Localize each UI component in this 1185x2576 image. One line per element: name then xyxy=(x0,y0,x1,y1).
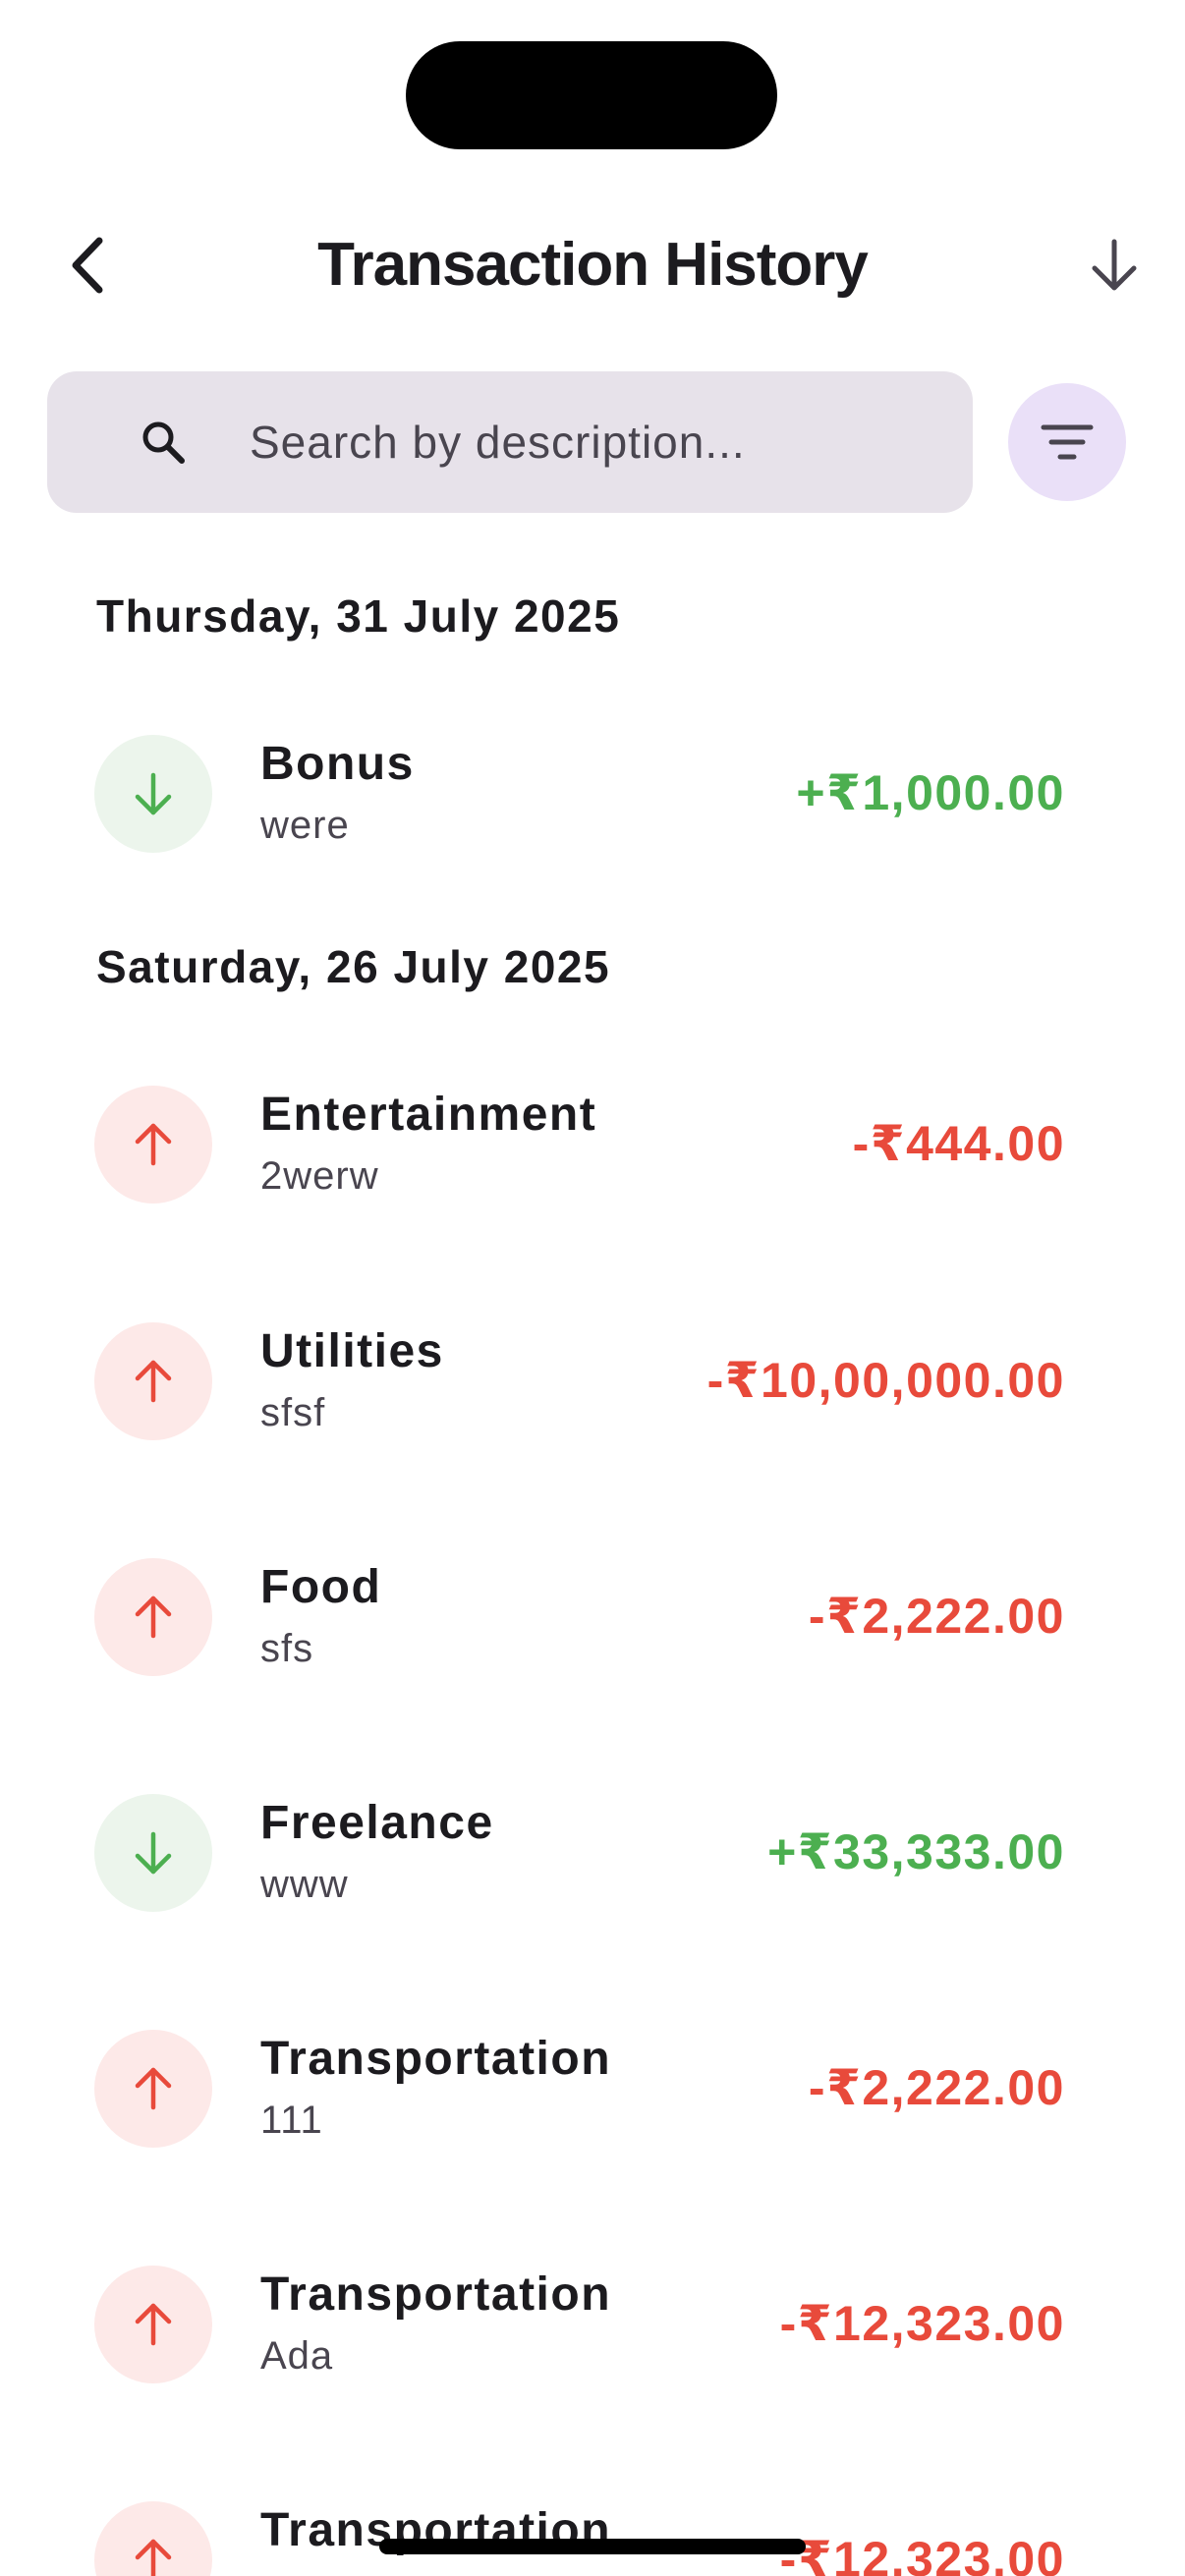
home-indicator[interactable] xyxy=(379,2539,806,2554)
transaction-amount: -₹2,222.00 xyxy=(808,1589,1065,1644)
expense-arrow-icon xyxy=(94,2501,212,2576)
transaction-amount: +₹33,333.00 xyxy=(767,1824,1065,1879)
transaction-description: 111 xyxy=(260,2099,323,2142)
transaction-description: were xyxy=(260,804,350,847)
income-arrow-icon xyxy=(94,735,212,853)
transaction-row[interactable]: Utilities sfsf -₹10,00,000.00 xyxy=(94,1322,1077,1444)
transaction-row[interactable]: Transportation 111 -₹2,222.00 xyxy=(94,2030,1077,2152)
transaction-description: 2werw xyxy=(260,1154,379,1198)
page-title: Transaction History xyxy=(317,231,869,299)
transaction-row[interactable]: Freelance www +₹33,333.00 xyxy=(94,1794,1077,1916)
transaction-row[interactable]: Food sfs -₹2,222.00 xyxy=(94,1558,1077,1680)
dynamic-island xyxy=(406,41,777,149)
transaction-category: Utilities xyxy=(260,1325,444,1377)
transaction-category: Food xyxy=(260,1561,382,1613)
transaction-description: sfs xyxy=(260,1627,314,1670)
search-icon xyxy=(134,413,193,472)
income-arrow-icon xyxy=(94,1794,212,1912)
arrow-down-icon xyxy=(1092,239,1137,291)
expense-arrow-icon xyxy=(94,2030,212,2148)
transaction-category: Bonus xyxy=(260,738,415,790)
app-header: Transaction History xyxy=(0,196,1185,334)
transaction-amount: -₹2,222.00 xyxy=(808,2060,1065,2115)
expense-arrow-icon xyxy=(94,1558,212,1676)
transaction-row[interactable]: Bonus were +₹1,000.00 xyxy=(94,735,1077,857)
transaction-category: Freelance xyxy=(260,1797,494,1849)
transaction-description: sfsf xyxy=(260,1391,326,1434)
date-header: Saturday, 26 July 2025 xyxy=(96,941,611,992)
transaction-description: www xyxy=(260,1863,349,1906)
download-button[interactable] xyxy=(1075,226,1154,305)
transaction-amount: -₹10,00,000.00 xyxy=(706,1353,1065,1408)
transaction-category: Transportation xyxy=(260,2033,612,2085)
transaction-amount: -₹12,323.00 xyxy=(779,2296,1065,2351)
transaction-amount: -₹12,323.00 xyxy=(779,2532,1065,2576)
expense-arrow-icon xyxy=(94,2266,212,2383)
filter-icon xyxy=(1041,424,1094,460)
transaction-amount: +₹1,000.00 xyxy=(796,765,1065,820)
search-input[interactable] xyxy=(250,416,937,469)
transaction-description: Ada xyxy=(260,2334,334,2378)
transaction-row[interactable]: Entertainment 2werw -₹444.00 xyxy=(94,1086,1077,1207)
transaction-amount: -₹444.00 xyxy=(852,1116,1065,1171)
transaction-category: Entertainment xyxy=(260,1089,597,1141)
expense-arrow-icon xyxy=(94,1322,212,1440)
expense-arrow-icon xyxy=(94,1086,212,1204)
transaction-row[interactable]: Transportation Ada -₹12,323.00 xyxy=(94,2266,1077,2387)
date-header: Thursday, 31 July 2025 xyxy=(96,590,621,642)
transaction-category: Transportation xyxy=(260,2268,612,2321)
filter-button[interactable] xyxy=(1008,383,1126,501)
search-bar[interactable] xyxy=(47,371,973,513)
